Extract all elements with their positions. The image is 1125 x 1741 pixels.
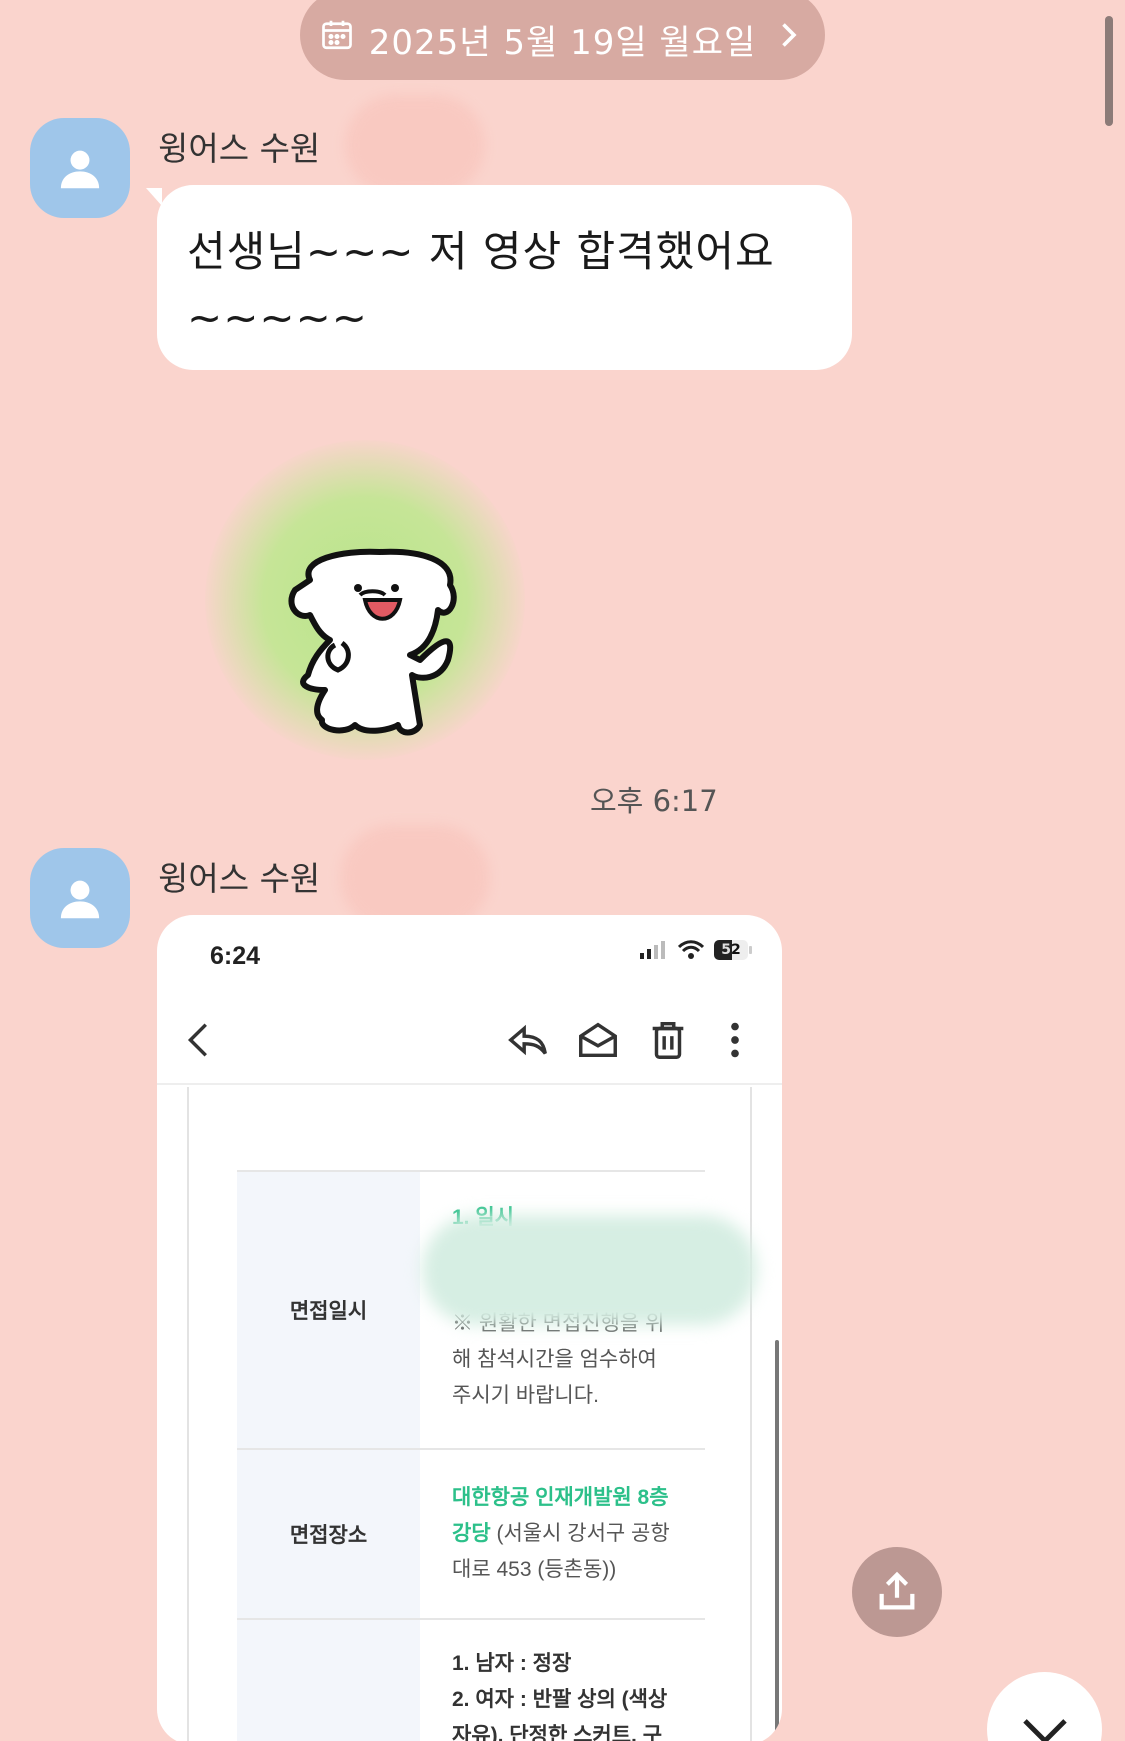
value-line: 강당 (서울시 강서구 공항 xyxy=(452,1516,705,1552)
chevron-down-icon xyxy=(1022,1719,1067,1741)
back-icon[interactable] xyxy=(177,1017,223,1063)
value-line: 대한항공 인재개발원 8층 xyxy=(452,1486,669,1509)
row-header: 복장 xyxy=(237,1618,420,1741)
row-value: 1. 남자 : 정장 2. 여자 : 반팔 상의 (색상 자유), 단정한 스커… xyxy=(420,1618,705,1741)
sender-name: 윙어스 수원 xyxy=(158,129,321,168)
value-line: 1. 남자 : 정장 xyxy=(452,1652,572,1675)
calendar-icon xyxy=(319,17,355,62)
value-line: 대로 453 (등촌동)) xyxy=(452,1558,617,1581)
chevron-right-icon xyxy=(770,17,806,62)
table-row: 면접장소 대한항공 인재개발원 8층 강당 (서울시 강서구 공항 대로 453… xyxy=(237,1448,705,1619)
message-text: 선생님~~~ 저 영상 합격했어요 xyxy=(187,227,775,276)
more-icon[interactable] xyxy=(712,1017,758,1063)
scrollbar[interactable] xyxy=(1105,16,1113,126)
sender-name: 윙어스 수원 xyxy=(158,859,321,898)
row-value: 대한항공 인재개발원 8층 강당 (서울시 강서구 공항 대로 453 (등촌동… xyxy=(420,1448,705,1619)
trash-icon[interactable] xyxy=(645,1017,691,1063)
value-highlight: 강당 xyxy=(452,1522,491,1545)
chat-screen: 2025년 5월 19일 월요일 윙어스 수원 선생님~~~ 저 영상 합격했어… xyxy=(0,0,1125,1741)
value-line: 자유), 단정한 스커트, 구 xyxy=(452,1724,663,1741)
message-bubble[interactable]: 선생님~~~ 저 영상 합격했어요 ~~~~~ xyxy=(157,185,852,370)
blurred-region xyxy=(422,1215,757,1325)
value-text: (서울시 강서구 공항 xyxy=(490,1522,670,1545)
wifi-icon xyxy=(678,940,704,959)
message-text-cont: ~~~~~ xyxy=(187,293,368,342)
person-icon xyxy=(60,150,100,189)
mark-unread-icon[interactable] xyxy=(575,1017,621,1063)
avatar[interactable] xyxy=(30,848,130,948)
date-divider[interactable]: 2025년 5월 19일 월요일 xyxy=(300,0,825,80)
date-label: 2025년 5월 19일 월요일 xyxy=(368,22,757,63)
battery-icon: 52 xyxy=(714,940,752,960)
status-time: 6:24 xyxy=(210,942,261,970)
value-line: 해 참석시간을 엄수하여 xyxy=(452,1348,657,1371)
row-header: 면접일시 xyxy=(237,1170,420,1449)
dancing-puppy-sticker[interactable] xyxy=(270,540,480,740)
battery-level: 52 xyxy=(721,942,741,958)
share-icon xyxy=(879,1571,915,1610)
signal-icon xyxy=(640,941,665,959)
person-icon xyxy=(60,880,100,919)
message-time: 오후 6:17 xyxy=(590,784,718,818)
bubble-tail xyxy=(146,188,162,206)
image-attachment[interactable]: 6:24 52 면접일시 1. 일 xyxy=(157,915,782,1741)
value-line: 2. 여자 : 반팔 상의 (색상 xyxy=(452,1688,668,1711)
email-scrollbar xyxy=(775,1340,779,1741)
blurred-region xyxy=(345,95,485,195)
scroll-to-bottom-button[interactable] xyxy=(987,1672,1102,1741)
value-line: 주시기 바랍니다. xyxy=(452,1384,599,1407)
table-row: 복장 1. 남자 : 정장 2. 여자 : 반팔 상의 (색상 자유), 단정한… xyxy=(237,1618,705,1741)
row-header: 면접장소 xyxy=(237,1448,420,1619)
mail-toolbar xyxy=(157,995,782,1085)
share-button[interactable] xyxy=(852,1547,942,1637)
status-icons: 52 xyxy=(640,940,752,960)
reply-icon[interactable] xyxy=(505,1017,551,1063)
avatar[interactable] xyxy=(30,118,130,218)
